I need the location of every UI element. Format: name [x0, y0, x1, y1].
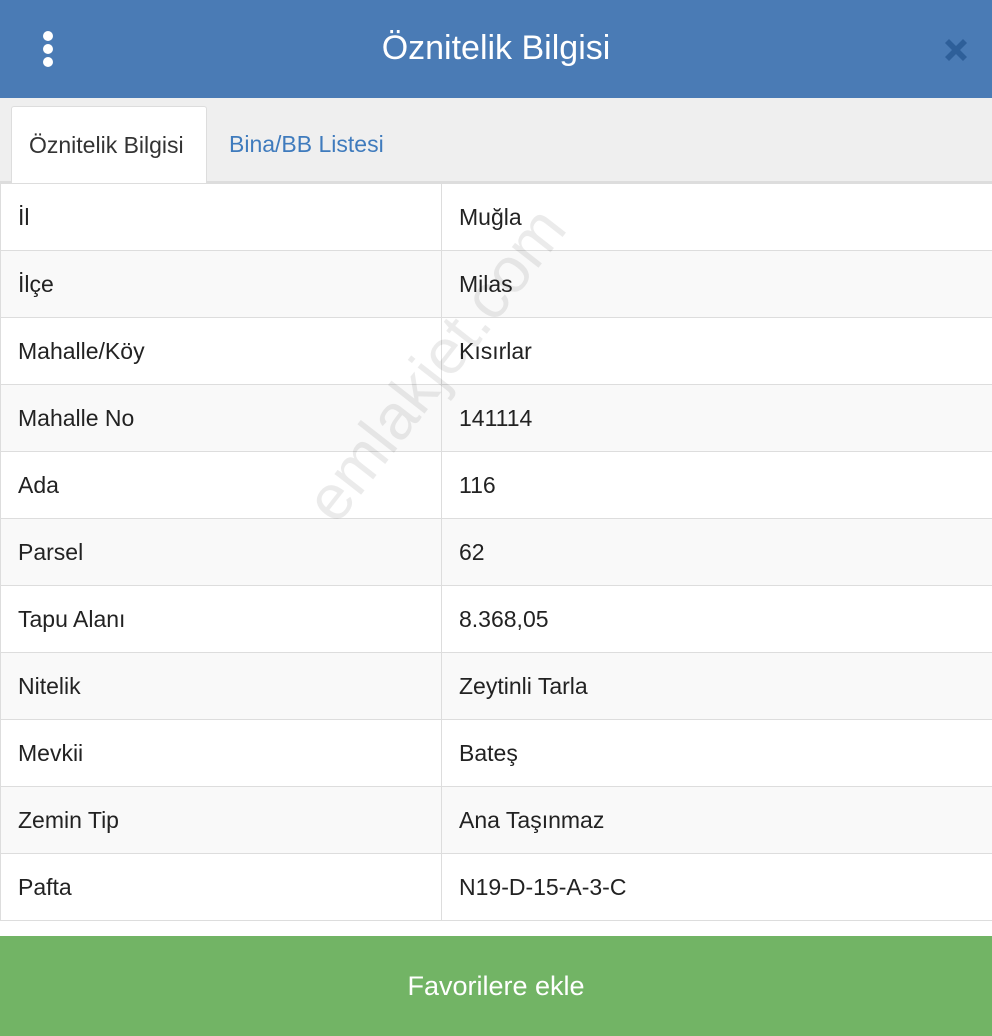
attribute-key: Mahalle/Köy [0, 317, 442, 385]
page-title: Öznitelik Bilgisi [381, 29, 611, 67]
table-row: Zemin Tip Ana Taşınmaz [0, 786, 992, 854]
table-row: Nitelik Zeytinli Tarla [0, 652, 992, 720]
table-row: Ada 116 [0, 451, 992, 519]
attribute-value: 8.368,05 [441, 585, 992, 653]
table-row: İl Muğla [0, 183, 992, 251]
attribute-key: Ada [0, 451, 442, 519]
attribute-key: Nitelik [0, 652, 442, 720]
attribute-value: N19-D-15-A-3-C [441, 853, 992, 921]
attribute-key: Zemin Tip [0, 786, 442, 854]
attribute-value: Zeytinli Tarla [441, 652, 992, 720]
attribute-value: Bateş [441, 719, 992, 787]
tab-bar: Öznitelik Bilgisi Bina/BB Listesi [0, 98, 992, 185]
attribute-value: 141114 [441, 384, 992, 452]
attribute-key: İlçe [0, 250, 442, 318]
table-row: Parsel 62 [0, 518, 992, 586]
attribute-value: Kısırlar [441, 317, 992, 385]
tab-attribute-info[interactable]: Öznitelik Bilgisi [11, 106, 207, 185]
attribute-key: Mevkii [0, 719, 442, 787]
attribute-table: İl Muğla İlçe Milas Mahalle/Köy Kısırlar… [0, 183, 992, 935]
attribute-value: Ana Taşınmaz [441, 786, 992, 854]
add-to-favorites-button[interactable]: Favorilere ekle [0, 936, 992, 1036]
attribute-key: İl [0, 183, 442, 251]
table-row: Pafta N19-D-15-A-3-C [0, 853, 992, 921]
table-row: İlçe Milas [0, 250, 992, 318]
attribute-value: 62 [441, 518, 992, 586]
table-row: Mahalle/Köy Kısırlar [0, 317, 992, 385]
attribute-value: Milas [441, 250, 992, 318]
attribute-key: Mahalle No [0, 384, 442, 452]
attribute-value: Muğla [441, 183, 992, 251]
tab-building-list[interactable]: Bina/BB Listesi [212, 106, 401, 183]
attribute-info-panel: Öznitelik Bilgisi Öznitelik Bilgisi Bina… [0, 0, 992, 1036]
table-row: Mahalle No 141114 [0, 384, 992, 452]
attribute-value: 116 [441, 451, 992, 519]
table-row: Mevkii Bateş [0, 719, 992, 787]
close-x-icon[interactable] [936, 30, 976, 70]
header-bar: Öznitelik Bilgisi [0, 0, 992, 98]
attribute-key: Pafta [0, 853, 442, 921]
attribute-key: Parsel [0, 518, 442, 586]
attribute-key: Tapu Alanı [0, 585, 442, 653]
table-row: Tapu Alanı 8.368,05 [0, 585, 992, 653]
